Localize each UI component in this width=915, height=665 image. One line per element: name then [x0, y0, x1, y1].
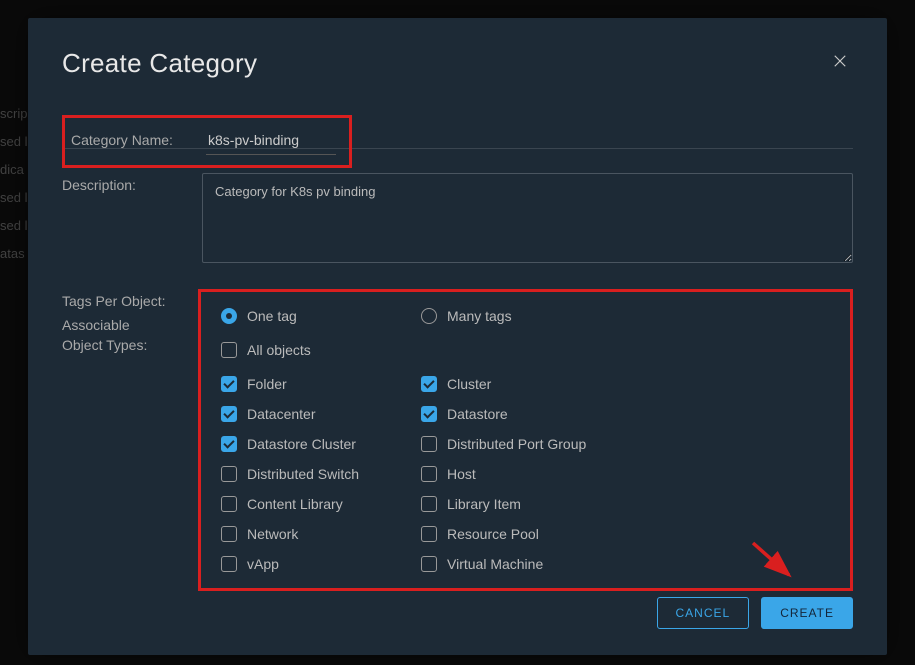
checkbox-content-library[interactable]: Content Library	[221, 496, 421, 512]
all-objects-row: All objects	[221, 342, 830, 358]
checkbox-label: Library Item	[447, 496, 521, 512]
associable-types-label-1: Associable	[62, 313, 202, 333]
description-row: Description: Category for K8s pv binding	[62, 173, 853, 263]
checkbox-network[interactable]: Network	[221, 526, 421, 542]
checkbox-label: vApp	[247, 556, 279, 572]
checkbox-datacenter[interactable]: Datacenter	[221, 406, 421, 422]
checkbox-datastore-cluster[interactable]: Datastore Cluster	[221, 436, 421, 452]
checkbox-icon	[221, 496, 237, 512]
checkbox-icon	[221, 406, 237, 422]
radio-circle-icon	[421, 308, 437, 324]
checkbox-icon	[221, 376, 237, 392]
checkbox-icon	[421, 436, 437, 452]
radio-one-tag[interactable]: One tag	[221, 308, 421, 324]
checkbox-label: Folder	[247, 376, 287, 392]
radio-label: Many tags	[447, 308, 512, 324]
checkbox-label: Resource Pool	[447, 526, 539, 542]
radio-dot-icon	[221, 308, 237, 324]
checkbox-label: Datastore Cluster	[247, 436, 356, 452]
create-button[interactable]: CREATE	[761, 597, 853, 629]
checkbox-grid: Folder Datacenter Datastore Cluster Dist…	[221, 376, 830, 572]
checkbox-label: Datacenter	[247, 406, 315, 422]
checkbox-icon	[421, 526, 437, 542]
checkbox-host[interactable]: Host	[421, 466, 621, 482]
checkbox-label: Host	[447, 466, 476, 482]
description-label: Description:	[62, 173, 202, 193]
side-labels: Tags Per Object: Associable Object Types…	[62, 289, 202, 357]
checkbox-distributed-port-group[interactable]: Distributed Port Group	[421, 436, 621, 452]
radio-label: One tag	[247, 308, 297, 324]
category-name-label: Category Name:	[71, 128, 206, 155]
checkbox-vapp[interactable]: vApp	[221, 556, 421, 572]
modal-title: Create Category	[62, 48, 257, 79]
checkbox-all-objects[interactable]: All objects	[221, 342, 421, 358]
checkbox-cluster[interactable]: Cluster	[421, 376, 621, 392]
checkbox-datastore[interactable]: Datastore	[421, 406, 621, 422]
checkbox-label: Distributed Switch	[247, 466, 359, 482]
checkbox-label: Content Library	[247, 496, 343, 512]
create-category-modal: Create Category Category Name: Descripti…	[28, 18, 887, 655]
associable-types-label-2: Object Types:	[62, 337, 202, 353]
tags-per-object-label: Tags Per Object:	[62, 289, 202, 309]
checkbox-label: All objects	[247, 342, 311, 358]
checkbox-icon	[221, 342, 237, 358]
checkbox-folder[interactable]: Folder	[221, 376, 421, 392]
checkbox-icon	[421, 496, 437, 512]
checkbox-label: Datastore	[447, 406, 508, 422]
checkbox-label: Virtual Machine	[447, 556, 543, 572]
options-row: Tags Per Object: Associable Object Types…	[62, 289, 853, 591]
close-icon	[831, 52, 849, 70]
checkbox-col-2: Cluster Datastore Distributed Port Group…	[421, 376, 621, 572]
category-name-input[interactable]	[206, 128, 336, 155]
checkbox-col-1: Folder Datacenter Datastore Cluster Dist…	[221, 376, 421, 572]
checkbox-icon	[221, 466, 237, 482]
cancel-button[interactable]: CANCEL	[657, 597, 750, 629]
modal-footer: CANCEL CREATE	[657, 597, 853, 629]
checkbox-resource-pool[interactable]: Resource Pool	[421, 526, 621, 542]
tags-per-object-radios: One tag Many tags	[221, 308, 830, 324]
checkbox-icon	[421, 376, 437, 392]
description-textarea[interactable]: Category for K8s pv binding	[202, 173, 853, 263]
checkbox-label: Cluster	[447, 376, 491, 392]
checkbox-icon	[221, 436, 237, 452]
checkbox-label: Network	[247, 526, 298, 542]
checkbox-icon	[421, 556, 437, 572]
options-area: One tag Many tags All objects Folder Dat…	[198, 289, 853, 591]
checkbox-icon	[421, 406, 437, 422]
close-button[interactable]	[827, 48, 853, 79]
checkbox-icon	[221, 556, 237, 572]
checkbox-distributed-switch[interactable]: Distributed Switch	[221, 466, 421, 482]
checkbox-icon	[421, 466, 437, 482]
checkbox-icon	[221, 526, 237, 542]
checkbox-library-item[interactable]: Library Item	[421, 496, 621, 512]
checkbox-label: Distributed Port Group	[447, 436, 586, 452]
checkbox-virtual-machine[interactable]: Virtual Machine	[421, 556, 621, 572]
radio-many-tags[interactable]: Many tags	[421, 308, 621, 324]
modal-header: Create Category	[62, 48, 853, 79]
category-name-row: Category Name:	[62, 115, 352, 168]
